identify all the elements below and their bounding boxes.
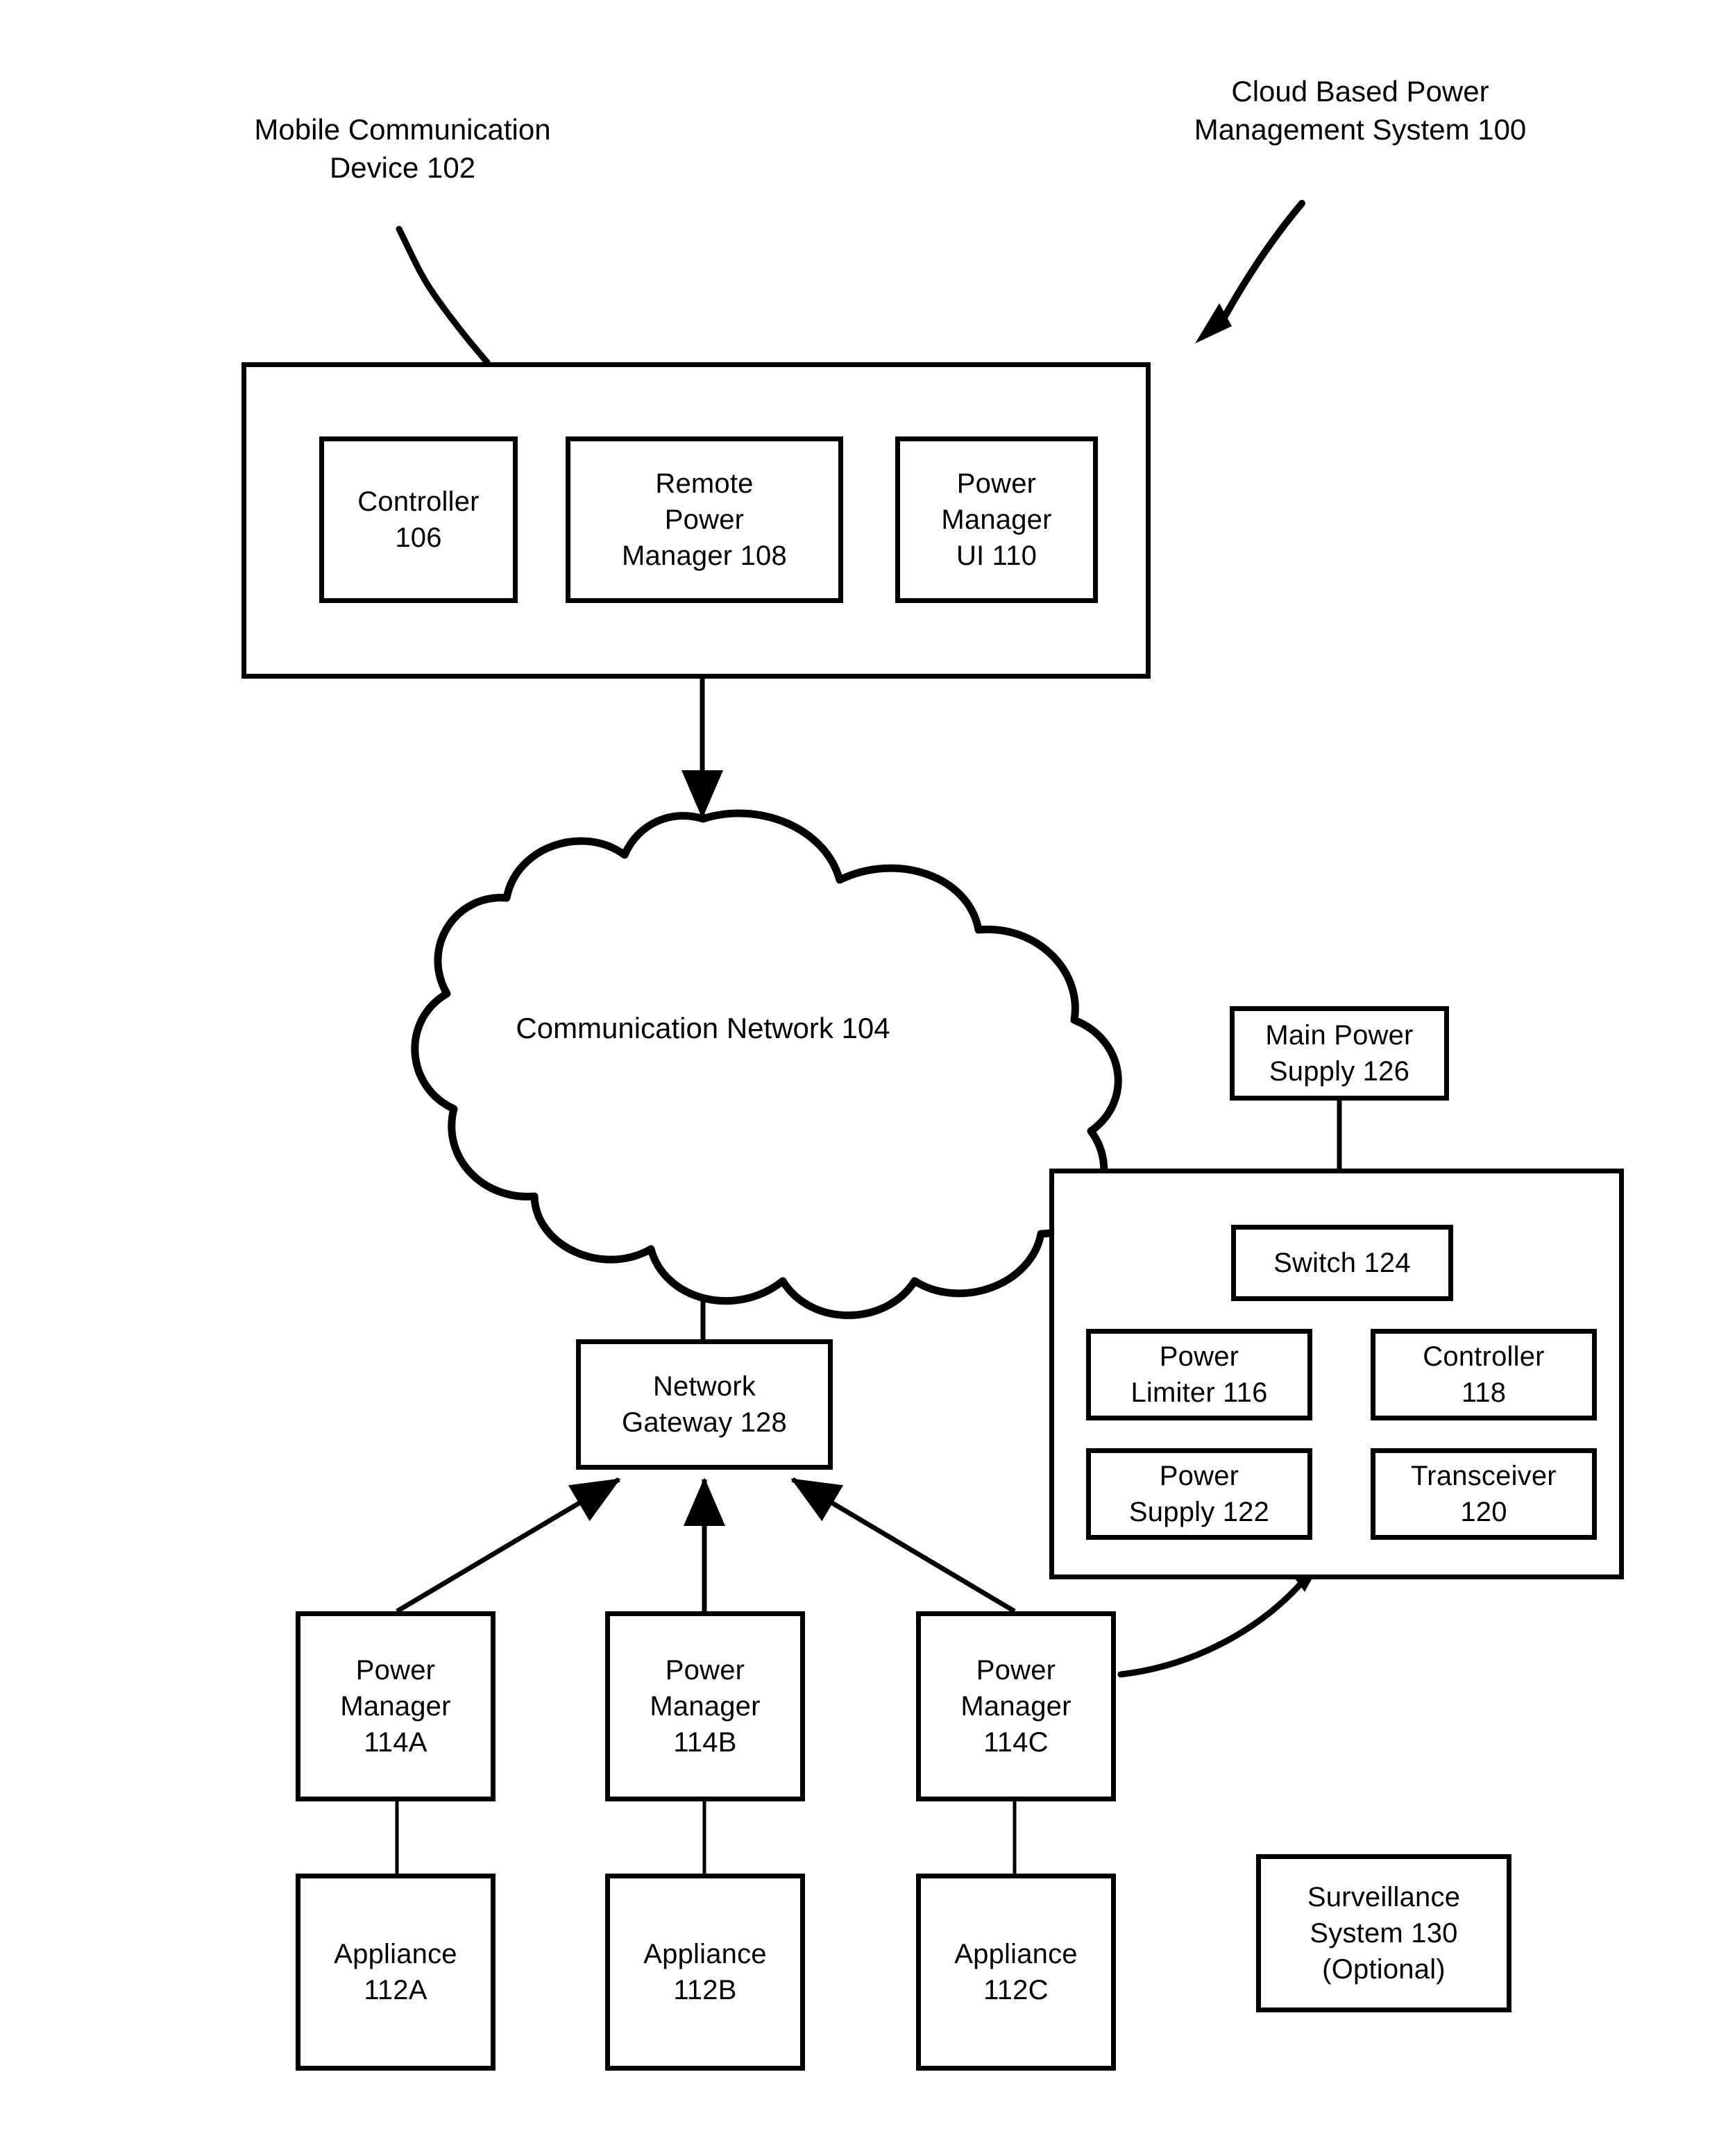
module-controller-106[interactable]: Controller 106: [319, 436, 518, 603]
controller-118-box[interactable]: Controller 118: [1371, 1329, 1597, 1420]
leader-arrow-system-title-head: [1195, 303, 1232, 343]
connector-pm114c-to-gateway: [790, 1477, 1016, 1614]
appliance-112b-box[interactable]: Appliance 112B: [605, 1874, 805, 2071]
network-gateway-box[interactable]: Network Gateway 128: [576, 1339, 833, 1470]
cloud-layer: [411, 809, 1122, 1319]
module-remote-power-manager-108[interactable]: Remote Power Manager 108: [566, 436, 843, 603]
leader-arrow-system-title: [1216, 200, 1305, 330]
appliance-112c-box[interactable]: Appliance 112C: [916, 1874, 1116, 2071]
module-power-manager-ui-110[interactable]: Power Manager UI 110: [895, 436, 1098, 603]
callout-pm114c-to-detail: [1117, 1576, 1308, 1678]
communication-network-label: Communication Network 104: [516, 1012, 890, 1044]
appliance-112a-box[interactable]: Appliance 112A: [296, 1874, 495, 2071]
power-manager-114c-box[interactable]: Power Manager 114C: [916, 1611, 1116, 1801]
mobile-device-callout-label: Mobile Communication Device 102: [254, 113, 551, 184]
surveillance-system-box[interactable]: Surveillance System 130 (Optional): [1256, 1854, 1511, 2012]
switch-124-box[interactable]: Switch 124: [1231, 1225, 1453, 1301]
connector-pm114a-to-gateway: [396, 1477, 621, 1614]
connector-layer: [395, 200, 1342, 1874]
power-manager-detail-container[interactable]: Switch 124 Power Limiter 116 Controller …: [1049, 1169, 1624, 1579]
power-manager-114a-box[interactable]: Power Manager 114A: [296, 1611, 495, 1801]
power-limiter-116-box[interactable]: Power Limiter 116: [1086, 1329, 1312, 1420]
communication-network-cloud[interactable]: [411, 809, 1122, 1319]
power-manager-114b-box[interactable]: Power Manager 114B: [605, 1611, 805, 1801]
power-supply-122-box[interactable]: Power Supply 122: [1086, 1448, 1312, 1540]
leader-line-mobile-device: [396, 226, 491, 366]
transceiver-120-box[interactable]: Transceiver 120: [1371, 1448, 1597, 1540]
system-title-callout-label: Cloud Based Power Management System 100: [1194, 75, 1527, 146]
main-power-supply-box[interactable]: Main Power Supply 126: [1230, 1006, 1449, 1101]
mobile-communication-device-box[interactable]: Controller 106 Remote Power Manager 108 …: [242, 362, 1151, 679]
figure-canvas: Mobile Communication Device 102 Cloud Ba…: [0, 0, 1728, 2156]
